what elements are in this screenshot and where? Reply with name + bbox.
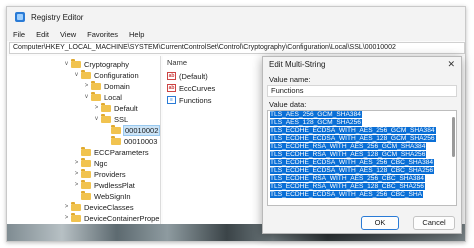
chevron-icon: > (74, 160, 79, 166)
data-line: TLS_AES_256_GCM_SHA384 (270, 111, 362, 118)
chevron-icon: > (74, 171, 79, 177)
folder-icon (81, 157, 91, 167)
folder-icon (81, 190, 91, 200)
folder-icon (81, 69, 91, 79)
chevron-icon: > (84, 83, 89, 89)
cancel-button[interactable]: Cancel (413, 216, 455, 230)
data-line: TLS_ECDHE_RSA_WITH_AES_256_CBC_SHA384 (270, 175, 425, 182)
menu-edit[interactable]: Edit (36, 30, 49, 39)
data-line: TLS_ECDHE_ECDSA_WITH_AES_256_CBC_SHA384 (270, 159, 435, 166)
ok-button[interactable]: OK (361, 216, 399, 230)
chevron-icon: v (75, 72, 78, 78)
tree-item-label: PwdlessPlat (94, 180, 135, 190)
menu-file[interactable]: File (13, 30, 25, 39)
value-name: EccCurves (179, 83, 216, 93)
window-title: Registry Editor (31, 12, 84, 22)
folder-icon (81, 146, 91, 156)
folder-icon (71, 201, 81, 211)
folder-icon (111, 135, 121, 145)
chevron-icon: > (64, 215, 69, 221)
folder-icon (91, 91, 101, 101)
menu-help[interactable]: Help (129, 30, 144, 39)
tree-item-label: Providers (94, 169, 126, 179)
menu-favorites[interactable]: Favorites (87, 30, 118, 39)
value-data-label: Value data: (269, 100, 307, 109)
tree-item-label: 00010003 (124, 136, 158, 146)
data-line: TLS_ECDHE_ECDSA_WITH_AES_128_GCM_SHA256 (270, 135, 436, 142)
value-functions[interactable]: ≡ Functions (167, 94, 212, 106)
value-name-field[interactable]: Functions (267, 85, 457, 97)
title-bar: Registry Editor (7, 7, 465, 27)
chevron-icon: v (85, 94, 88, 100)
chevron-icon: v (65, 61, 68, 67)
folder-icon (91, 80, 101, 90)
data-line: TLS_ECDHE_ECDSA_WITH_AES_128_CBC_SHA256 (270, 167, 435, 174)
registry-app-icon (15, 12, 25, 22)
data-line: TLS_ECDHE_ECDSA_WITH_AES_256_GCM_SHA384 (270, 127, 436, 134)
data-line: TLS_ECDHE_RSA_WITH_AES_128_CBC_SHA256 (270, 183, 425, 190)
data-line: TLS_ECDHE_RSA_WITH_AES_128_GCM_SHA256 (270, 151, 427, 158)
chevron-icon: v (95, 116, 98, 122)
dialog-title: Edit Multi-String (269, 60, 326, 69)
value-data-textarea[interactable]: TLS_AES_256_GCM_SHA384 TLS_AES_128_GCM_S… (267, 110, 457, 206)
tree-item-label: WebSignIn (94, 191, 131, 201)
menu-view[interactable]: View (60, 30, 76, 39)
folder-icon (111, 124, 121, 134)
tree-item-label: Domain (104, 81, 130, 91)
folder-icon (101, 102, 111, 112)
value-name: Functions (179, 95, 212, 105)
data-line: TLS_ECDHE_ECDSA_WITH_AES_256_CBC_SHA (270, 191, 424, 198)
tree-item-label: Ngc (94, 158, 108, 168)
value-name: (Default) (179, 71, 208, 81)
multi-string-value-icon: ≡ (167, 96, 176, 104)
chevron-icon: > (64, 204, 69, 210)
value-name-label: Value name: (269, 75, 311, 84)
data-line: TLS_AES_128_GCM_SHA256 (270, 119, 362, 126)
chevron-icon: > (94, 105, 99, 111)
key-tree: v Cryptography v Configuration > Domain … (7, 56, 161, 224)
tree-item-label: 00010002 (122, 124, 160, 136)
address-bar[interactable]: Computer\HKEY_LOCAL_MACHINE\SYSTEM\Curre… (9, 42, 465, 54)
tree-item-label: Default (114, 103, 138, 113)
chevron-icon: > (74, 182, 79, 188)
menu-bar: File Edit View Favorites Help (7, 27, 465, 41)
tree-item-label: Configuration (94, 70, 139, 80)
tree-item-label: SSL (114, 114, 129, 124)
string-value-icon: ab (167, 72, 176, 80)
tree-item-label: ECCParameters (94, 147, 149, 157)
close-icon[interactable]: ✕ (447, 59, 455, 70)
folder-icon (71, 58, 81, 68)
tree-item-label: Local (104, 92, 122, 102)
tree-item-label: DeviceClasses (84, 202, 134, 212)
textarea-scrollbar[interactable] (452, 117, 455, 157)
tree-item-devicecontainerprope[interactable]: > DeviceContainerPrope (63, 212, 159, 224)
folder-icon (81, 168, 91, 178)
edit-multi-string-dialog: Edit Multi-String ✕ Value name: Function… (262, 56, 462, 234)
folder-icon (101, 113, 111, 123)
tree-item-label: Cryptography (84, 59, 130, 69)
tree-item-label: DeviceContainerPrope (84, 213, 160, 223)
folder-icon (81, 179, 91, 189)
value-default[interactable]: ab (Default) (167, 70, 208, 82)
data-line: TLS_ECDHE_RSA_WITH_AES_256_GCM_SHA384 (270, 143, 427, 150)
column-header-name[interactable]: Name (167, 58, 187, 67)
string-value-icon: ab (167, 84, 176, 92)
folder-icon (71, 212, 81, 222)
value-ecccurves[interactable]: ab EccCurves (167, 82, 215, 94)
